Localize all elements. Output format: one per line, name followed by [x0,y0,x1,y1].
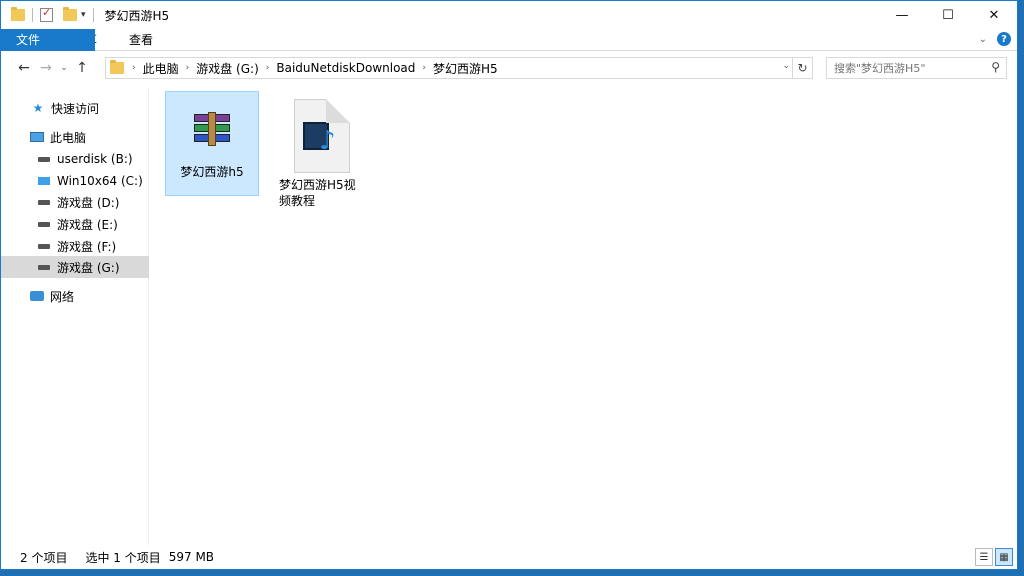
search-box[interactable]: ⚲ [826,57,1007,79]
drive-icon [37,196,51,208]
sidebar-item-label: 游戏盘 (E:) [57,217,118,232]
sidebar-item-quick-access[interactable]: ★ 快速访问 [1,97,149,119]
sidebar-item-label: 游戏盘 (F:) [57,239,117,254]
sidebar-item-label: userdisk (B:) [57,152,133,166]
address-folder-icon [110,60,124,74]
maximize-button[interactable]: ☐ [925,1,971,29]
sidebar-item-label: 快速访问 [51,101,100,116]
expand-ribbon-chevron-icon[interactable]: ⌄ [979,34,987,45]
toolbar-separator [32,8,33,22]
sidebar-item-label: 游戏盘 (G:) [57,260,120,275]
title-bar: ▾ 梦幻西游H5 — ☐ ✕ [1,1,1017,29]
breadcrumb-baidunetdiskdownload[interactable]: BaiduNetdiskDownload [271,61,420,75]
sidebar-item-drive-b[interactable]: userdisk (B:) [1,148,149,170]
breadcrumb-drive-g[interactable]: 游戏盘 (G:) [191,60,264,77]
sidebar-item-drive-f[interactable]: 游戏盘 (F:) [1,235,149,257]
tab-view[interactable]: 查看 [113,29,169,51]
forward-arrow-icon[interactable]: → [35,60,57,76]
large-icons-view-icon[interactable]: ▦ [995,548,1013,566]
properties-icon[interactable] [40,6,53,22]
sidebar-item-drive-d[interactable]: 游戏盘 (D:) [1,191,149,213]
sidebar-item-label: 网络 [50,289,75,304]
sidebar-item-label: 游戏盘 (D:) [57,195,120,210]
breadcrumb-this-pc[interactable]: 此电脑 [138,60,184,77]
chevron-right-icon[interactable]: › [264,63,272,73]
chevron-right-icon[interactable]: › [420,63,428,73]
status-item-count: 2 个项目 [20,550,68,565]
refresh-icon[interactable]: ↻ [792,58,812,78]
star-icon: ★ [32,101,44,115]
chevron-right-icon[interactable]: › [184,63,192,73]
help-icon[interactable]: ? [997,32,1011,46]
folder-icon[interactable] [11,7,25,21]
sidebar-item-drive-g[interactable]: 游戏盘 (G:) [1,256,149,278]
customize-toolbar-chevron-icon[interactable]: ▾ [81,10,86,20]
details-view-icon[interactable]: ☰ [975,548,993,566]
new-folder-icon[interactable] [63,7,77,21]
status-selection: 选中 1 个项目 [85,550,161,565]
file-list: 梦幻西游h5 ♪ 梦幻西游H5视频教程 [153,89,1013,545]
drive-icon [37,218,51,230]
windows-drive-icon [37,175,51,187]
file-item-rar-archive[interactable]: 梦幻西游h5 [165,91,259,196]
quick-access-toolbar: ▾ [1,6,97,22]
ribbon-tabs: 文件 主页 共享 查看 ⌄ ? [1,28,1017,51]
drive-icon [37,240,51,252]
navigation-bar: ← → ⌄ ↑ › 此电脑 › 游戏盘 (G:) › BaiduNetdiskD… [1,53,1017,83]
sidebar-item-drive-c[interactable]: Win10x64 (C:) [1,170,149,192]
search-icon[interactable]: ⚲ [991,60,1000,74]
computer-icon [30,131,44,143]
address-bar[interactable]: › 此电脑 › 游戏盘 (G:) › BaiduNetdiskDownload … [105,57,813,79]
search-input[interactable] [834,61,984,75]
file-name: 梦幻西游H5视频教程 [279,178,356,208]
status-bar: 2 个项目 选中 1 个项目 597 MB ☰ ▦ [1,545,1017,569]
navigation-pane: ★ 快速访问 此电脑 userdisk (B:) Win10x64 (C:) 游… [1,89,149,545]
recent-locations-chevron-icon[interactable]: ⌄ [57,63,71,73]
tab-file[interactable]: 文件 [1,28,95,51]
view-toggle: ☰ ▦ [975,548,1013,566]
drive-icon [37,261,51,273]
sidebar-item-label: 此电脑 [50,130,87,145]
file-name: 梦幻西游h5 [180,165,244,179]
sidebar-item-label: Win10x64 (C:) [57,174,143,188]
drive-icon [37,153,51,165]
minimize-button[interactable]: — [879,1,925,29]
chevron-right-icon[interactable]: › [130,63,138,73]
explorer-window: ▾ 梦幻西游H5 — ☐ ✕ 文件 主页 共享 查看 ⌄ ? ← → ⌄ ↑ ›… [0,0,1018,570]
up-arrow-icon[interactable]: ↑ [71,60,93,76]
file-item-video-tutorial[interactable]: ♪ 梦幻西游H5视频教程 [275,91,369,209]
sidebar-item-this-pc[interactable]: 此电脑 [1,126,149,148]
ribbon-right: ⌄ ? [979,32,1011,46]
sidebar-item-network[interactable]: 网络 [1,285,149,307]
status-size: 597 MB [168,550,215,564]
sidebar-item-drive-e[interactable]: 游戏盘 (E:) [1,213,149,235]
address-history-chevron-icon[interactable]: ⌄ [782,61,790,71]
toolbar-separator [92,8,94,22]
breadcrumb-current-folder[interactable]: 梦幻西游H5 [428,60,503,77]
network-icon [30,290,44,302]
close-button[interactable]: ✕ [971,1,1017,29]
rar-archive-icon [192,112,232,148]
video-file-icon: ♪ [294,99,350,173]
back-arrow-icon[interactable]: ← [13,60,35,76]
window-controls: — ☐ ✕ [879,1,1017,29]
window-title: 梦幻西游H5 [104,8,170,23]
